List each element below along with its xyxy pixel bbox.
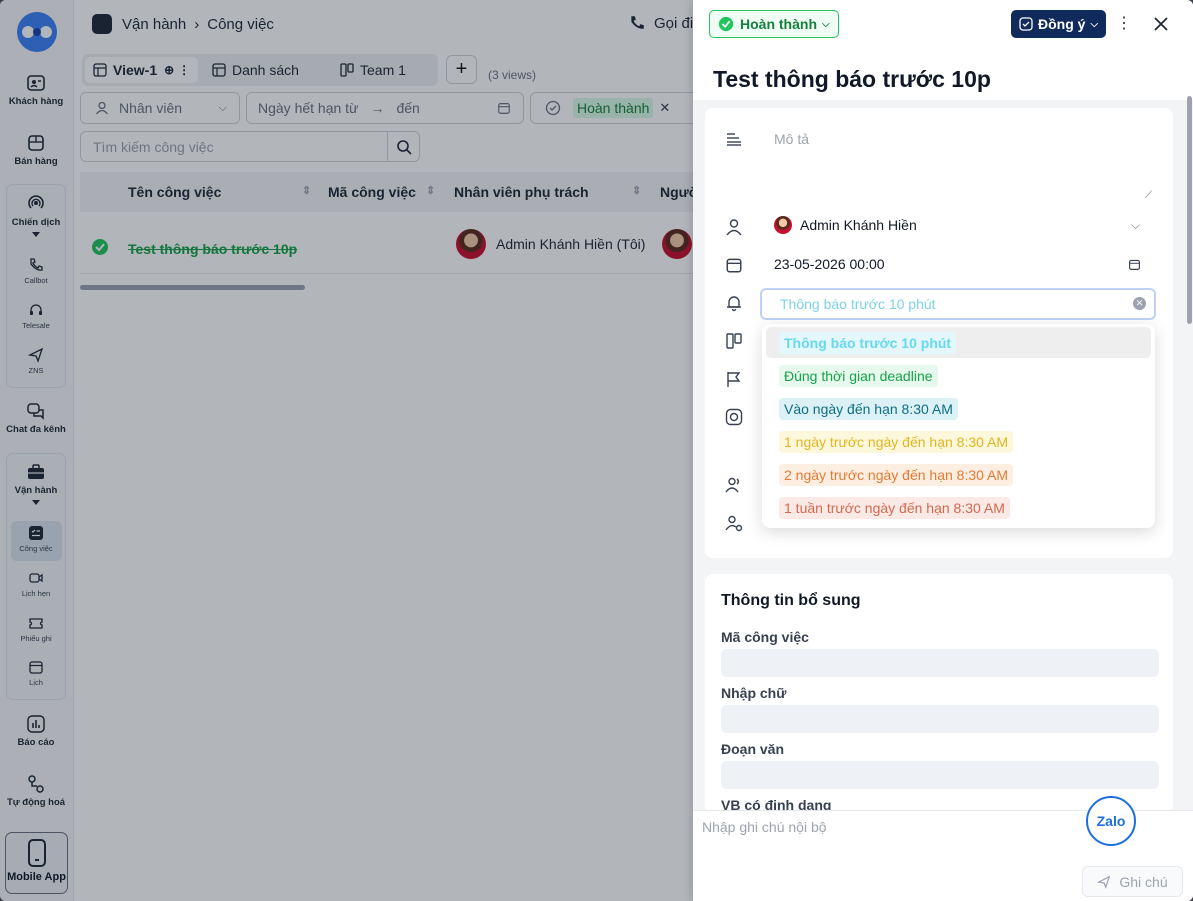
add-note-button[interactable]: Ghi chú bbox=[1082, 866, 1183, 897]
field-label: Đoạn văn bbox=[721, 741, 785, 757]
flag-icon bbox=[727, 372, 741, 387]
reminder-value: Thông báo trước 10 phút bbox=[780, 296, 936, 312]
user-icon bbox=[726, 219, 742, 236]
note-input[interactable]: Nhập ghi chú nội bộ bbox=[702, 819, 827, 835]
reminder-option[interactable]: Đúng thời gian deadline bbox=[766, 360, 1151, 391]
reminder-option-label: Đúng thời gian deadline bbox=[779, 365, 938, 387]
progress-icon bbox=[725, 408, 743, 426]
resize-handle-icon[interactable]: ⟋ bbox=[1145, 190, 1152, 201]
status-label: Hoàn thành bbox=[740, 16, 817, 32]
vertical-scrollbar[interactable] bbox=[1187, 96, 1192, 324]
check-circle-icon bbox=[718, 16, 734, 32]
field-label: Nhập chữ bbox=[721, 685, 787, 701]
avatar bbox=[774, 216, 792, 234]
status-dropdown[interactable]: Hoàn thành ⌵ bbox=[709, 10, 839, 38]
task-detail-drawer: Hoàn thành ⌵ Đồng ý ⌵ ⋮ Test thông báo t… bbox=[693, 0, 1193, 901]
zalo-label: Zalo bbox=[1096, 813, 1126, 829]
reminder-option[interactable]: Vào ngày đến hạn 8:30 AM bbox=[766, 393, 1151, 424]
description-field[interactable]: Mô tả bbox=[774, 131, 809, 147]
agree-button[interactable]: Đồng ý ⌵ bbox=[1011, 10, 1107, 38]
send-icon bbox=[1097, 875, 1111, 889]
reminder-option[interactable]: 2 ngày trước ngày đến hạn 8:30 AM bbox=[766, 459, 1151, 490]
calendar-icon[interactable] bbox=[1128, 258, 1141, 271]
field-label: Mã công việc bbox=[721, 629, 809, 645]
text-input[interactable] bbox=[721, 705, 1159, 733]
send-label: Ghi chú bbox=[1119, 873, 1168, 890]
reminder-option-label: 1 tuần trước ngày đến hạn 8:30 AM bbox=[779, 497, 1010, 519]
calendar-icon bbox=[726, 258, 742, 273]
more-vertical-icon[interactable]: ⋮ bbox=[1116, 13, 1132, 33]
extra-info-title: Thông tin bổ sung bbox=[721, 592, 861, 609]
bell-icon bbox=[727, 296, 741, 312]
reminder-select[interactable]: Thông báo trước 10 phút ✕ bbox=[760, 288, 1156, 320]
assignee-field[interactable]: Admin Khánh Hiền bbox=[774, 216, 917, 234]
reminder-option[interactable]: Thông báo trước 10 phút bbox=[766, 327, 1151, 358]
paragraph-input[interactable] bbox=[721, 761, 1159, 789]
due-date-field[interactable]: 23-05-2026 00:00 bbox=[774, 256, 885, 272]
zalo-button[interactable]: Zalo bbox=[1086, 796, 1136, 846]
checkbox-icon bbox=[1019, 17, 1033, 31]
reminder-option-label: 2 ngày trước ngày đến hạn 8:30 AM bbox=[779, 464, 1014, 486]
reminder-dropdown: Thông báo trước 10 phút Đúng thời gian d… bbox=[762, 324, 1155, 528]
task-code-input[interactable] bbox=[721, 649, 1159, 677]
reminder-option[interactable]: 1 ngày trước ngày đến hạn 8:30 AM bbox=[766, 426, 1151, 457]
task-title[interactable]: Test thông báo trước 10p bbox=[713, 66, 991, 93]
reminder-option-label: Vào ngày đến hạn 8:30 AM bbox=[779, 398, 958, 420]
reminder-option-label: 1 ngày trước ngày đến hạn 8:30 AM bbox=[779, 431, 1014, 453]
close-icon[interactable] bbox=[1153, 16, 1169, 32]
agree-label: Đồng ý bbox=[1038, 16, 1086, 32]
drawer-header: Hoàn thành ⌵ Đồng ý ⌵ ⋮ bbox=[693, 0, 1193, 48]
chevron-down-icon[interactable]: ⌵ bbox=[1131, 218, 1140, 233]
modal-backdrop[interactable] bbox=[0, 0, 693, 901]
users-icon bbox=[725, 477, 739, 493]
clear-icon[interactable]: ✕ bbox=[1133, 297, 1146, 310]
reminder-option[interactable]: 1 tuần trước ngày đến hạn 8:30 AM bbox=[766, 492, 1151, 523]
chevron-down-icon: ⌵ bbox=[822, 18, 830, 30]
kanban-icon bbox=[726, 333, 742, 349]
assignee-name: Admin Khánh Hiền bbox=[800, 217, 917, 233]
user-settings-icon bbox=[725, 515, 743, 532]
due-date-value: 23-05-2026 00:00 bbox=[774, 256, 885, 272]
description-icon bbox=[727, 133, 741, 146]
reminder-option-label: Thông báo trước 10 phút bbox=[779, 332, 957, 354]
app-window: Khách hàng Bán hàng Chiến dịch Callbot T… bbox=[0, 0, 1193, 901]
chevron-down-icon: ⌵ bbox=[1090, 18, 1099, 30]
